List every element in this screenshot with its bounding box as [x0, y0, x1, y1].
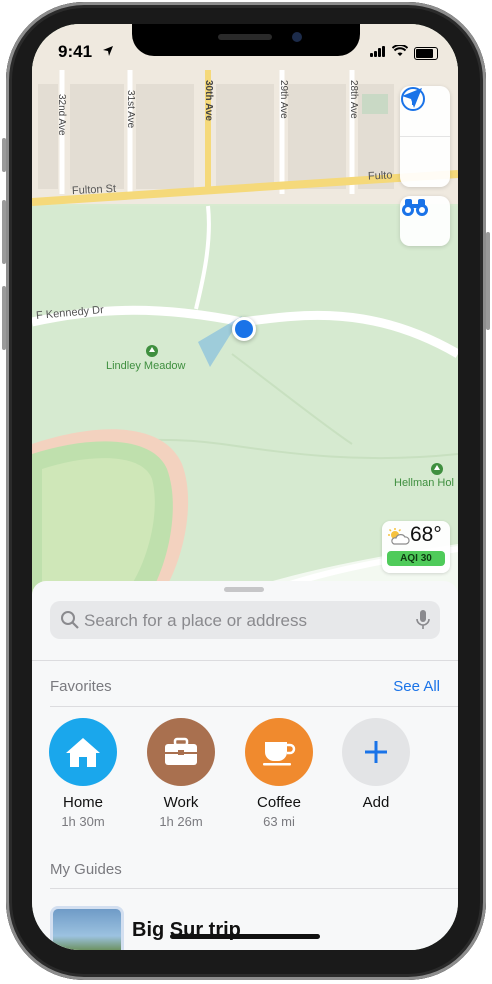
- poi-hellman[interactable]: Hellman Hol: [394, 477, 454, 489]
- current-location-dot[interactable]: [232, 317, 256, 341]
- divider: [32, 660, 458, 661]
- screen: 9:41 32nd Ave 31st Ave 30th Ave 29th Ave…: [32, 24, 458, 950]
- favorite-name: Home: [62, 794, 103, 811]
- favorite-work[interactable]: Work 1h 26m: [145, 718, 217, 829]
- favorite-distance: 63 mi: [263, 814, 295, 829]
- coffee-cup-icon: [245, 718, 313, 786]
- look-around-button[interactable]: [400, 196, 450, 246]
- street-label-30th: 30th Ave: [203, 80, 214, 121]
- briefcase-icon: [147, 718, 215, 786]
- map-controls: [400, 86, 450, 187]
- search-field[interactable]: Search for a place or address: [50, 601, 440, 639]
- favorite-eta: 1h 30m: [61, 814, 105, 829]
- favorite-name: Work: [163, 794, 199, 811]
- weather-widget[interactable]: 68° AQI 30: [382, 521, 450, 573]
- guides-title: My Guides: [50, 861, 122, 878]
- look-around-control: [400, 196, 450, 246]
- wifi-icon: [391, 44, 409, 62]
- poi-lindley-meadow[interactable]: Lindley Meadow: [106, 360, 186, 372]
- notch: [132, 24, 360, 56]
- power-button: [486, 232, 490, 330]
- favorite-name: Coffee: [257, 794, 301, 811]
- see-all-link[interactable]: See All: [393, 678, 440, 695]
- divider: [50, 706, 458, 707]
- favorite-eta: 1h 26m: [159, 814, 203, 829]
- street-label-fulton-2: Fulto: [367, 169, 393, 183]
- aqi-badge: AQI 30: [387, 551, 445, 566]
- plus-icon: [342, 718, 410, 786]
- mute-switch: [2, 138, 6, 172]
- battery-icon: [414, 46, 438, 60]
- street-label-fulton: Fulton St: [71, 182, 117, 198]
- divider: [50, 888, 458, 889]
- street-label-31st: 31st Ave: [125, 90, 136, 129]
- bottom-sheet: Search for a place or address Favorites …: [32, 581, 458, 950]
- status-time: 9:41: [58, 42, 93, 61]
- volume-up-button: [2, 200, 6, 264]
- street-label-29th: 29th Ave: [278, 80, 289, 119]
- favorite-add[interactable]: Add: [340, 718, 412, 811]
- street-label-28th: 28th Ave: [348, 80, 359, 119]
- location-services-icon: [102, 44, 114, 62]
- home-indicator[interactable]: [170, 934, 320, 939]
- favorite-home[interactable]: Home 1h 30m: [47, 718, 119, 829]
- cellular-signal-icon: [370, 44, 386, 62]
- tracking-button[interactable]: [400, 88, 450, 187]
- microphone-icon[interactable]: [416, 609, 430, 636]
- camera: [292, 32, 302, 42]
- street-label-32nd: 32nd Ave: [56, 94, 67, 136]
- temperature: 68°: [410, 523, 442, 546]
- house-icon: [49, 718, 117, 786]
- favorites-title: Favorites: [50, 678, 112, 695]
- map-view[interactable]: 32nd Ave 31st Ave 30th Ave 29th Ave 28th…: [32, 24, 458, 594]
- speaker: [218, 34, 272, 40]
- status-right: [370, 44, 438, 62]
- volume-down-button: [2, 286, 6, 350]
- favorite-name: Add: [362, 794, 390, 811]
- favorite-coffee[interactable]: Coffee 63 mi: [243, 718, 315, 829]
- guide-thumbnail[interactable]: [50, 906, 124, 950]
- search-icon: [60, 610, 80, 635]
- sheet-grabber[interactable]: [224, 587, 264, 592]
- search-placeholder: Search for a place or address: [84, 611, 308, 630]
